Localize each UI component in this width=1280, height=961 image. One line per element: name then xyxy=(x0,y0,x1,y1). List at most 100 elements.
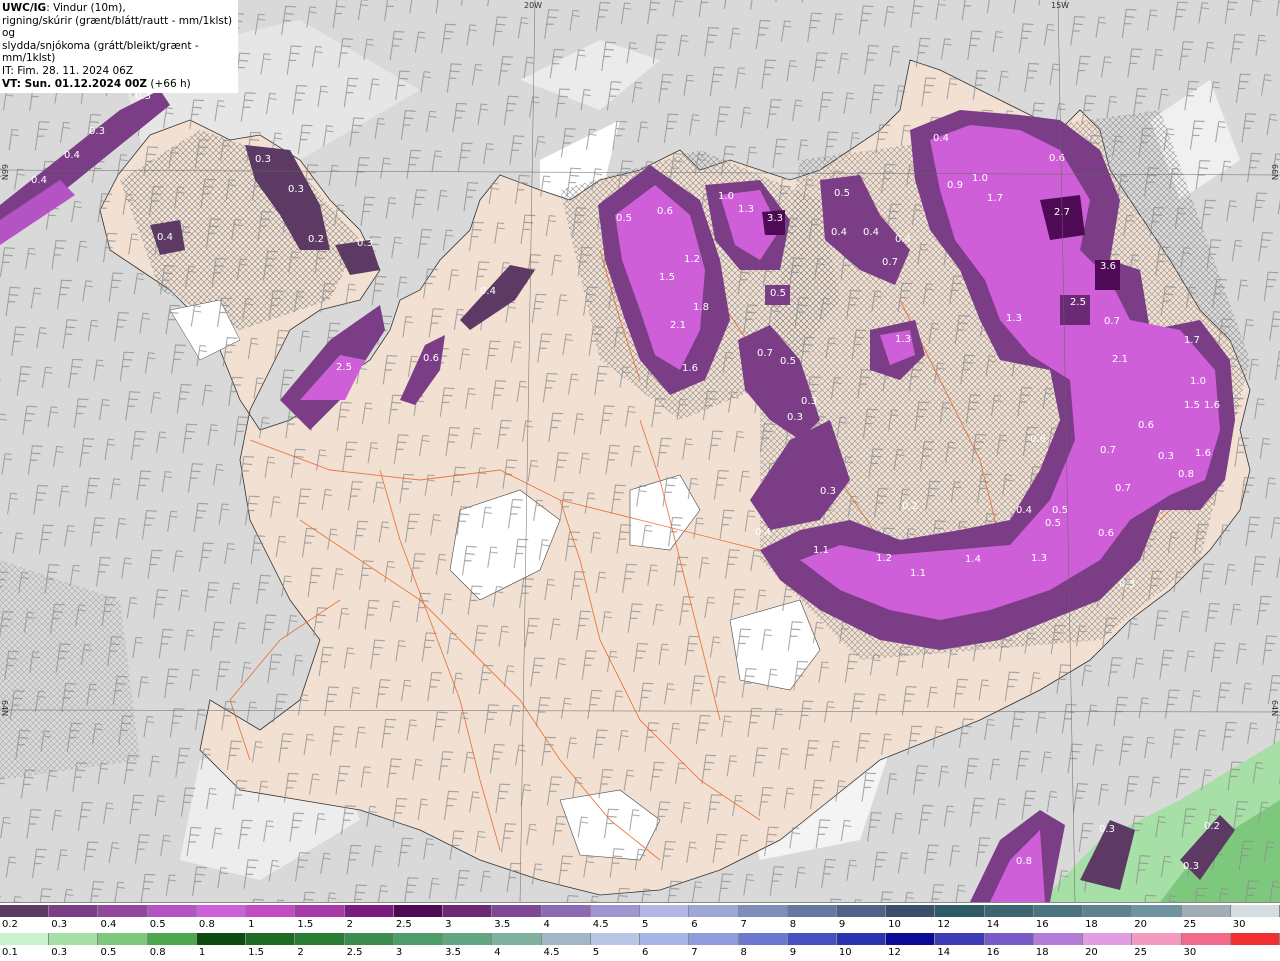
scale-swatch xyxy=(1230,933,1280,945)
precip-value-label: 0.4 xyxy=(480,286,496,297)
precip-value-label: 3.3 xyxy=(767,213,783,224)
scale-swatch xyxy=(1230,905,1280,917)
scale-swatch xyxy=(689,933,739,945)
scale-label: 20 xyxy=(1085,947,1098,958)
scale-label: 3.5 xyxy=(494,919,511,930)
scale-label: 14 xyxy=(937,947,951,958)
description-wind: : Vindur (10m), xyxy=(46,2,126,14)
scale-swatch xyxy=(49,933,99,945)
scale-label: 9 xyxy=(789,947,797,958)
precip-value-label: 1.6 xyxy=(682,363,698,374)
precip-value-label: 2.1 xyxy=(670,320,686,331)
precip-value-label: 0.6 xyxy=(1098,528,1114,539)
scale-swatch xyxy=(738,905,788,917)
scale-label: 8 xyxy=(740,947,747,958)
precip-value-label: 0.2 xyxy=(308,234,324,245)
precip-value-label: 0.3 xyxy=(1183,861,1199,872)
scale-label: 4.5 xyxy=(592,919,609,930)
precip-value-label: 0.3 xyxy=(1158,451,1174,462)
scale-swatch xyxy=(541,933,591,945)
precip-value-label: 0.3 xyxy=(1099,824,1115,835)
scale-label: 0.8 xyxy=(149,947,166,958)
precip-value-label: 2.5 xyxy=(1070,297,1086,308)
scale-label: 0.3 xyxy=(51,947,68,958)
scale-swatch xyxy=(0,933,50,945)
rain-color-bar xyxy=(0,933,1280,945)
precip-value-label: 0.7 xyxy=(1100,445,1116,456)
scale-label: 10 xyxy=(888,919,901,930)
scale-label: 2.5 xyxy=(395,919,412,930)
scale-swatch xyxy=(98,933,148,945)
scale-label: 25 xyxy=(1134,947,1148,958)
initial-time: IT: Fim. 28. 11. 2024 06Z xyxy=(2,64,134,77)
scale-label: 0.5 xyxy=(149,919,166,930)
scale-swatch xyxy=(443,933,493,945)
precip-value-label: 0.3 xyxy=(801,396,817,407)
precip-value-label: 0.3 xyxy=(288,184,304,195)
precip-value-label: 0.7 xyxy=(757,348,773,359)
scale-label: 7 xyxy=(691,947,698,958)
precip-value-label: 0.4 xyxy=(755,527,771,538)
scale-swatch xyxy=(147,933,197,945)
precip-value-label: 0.4 xyxy=(31,175,47,186)
grid-label-15w: 15W xyxy=(1051,1,1070,10)
scale-label: 4.5 xyxy=(543,947,560,958)
scale-swatch xyxy=(640,905,690,917)
scale-swatch xyxy=(787,933,837,945)
color-scale: 0.2 0.3 0.4 0.5 0.8 1 1.5 2 2.5 3 3.5 4 4.5 5 6 7 8 9 10 12… xyxy=(0,902,1280,961)
scale-label: 30 xyxy=(1232,919,1246,930)
precip-value-label: 1.3 xyxy=(895,334,911,345)
precip-value-label: 1.0 xyxy=(1190,376,1206,387)
precip-value-label: 1.6 xyxy=(1195,448,1211,459)
precip-value-label: 0.4 xyxy=(64,150,80,161)
scale-label: 8 xyxy=(789,919,797,930)
scale-swatch xyxy=(836,905,887,917)
scale-swatch xyxy=(1033,905,1084,917)
precip-value-label: 0.6 xyxy=(657,206,673,217)
scale-label: 20 xyxy=(1134,919,1148,930)
scale-swatch xyxy=(492,933,542,945)
scale-swatch xyxy=(541,905,591,917)
precip-value-label: 0.2 xyxy=(1204,821,1220,832)
precip-value-label: 0.2 xyxy=(902,501,918,512)
scale-swatch xyxy=(393,905,444,917)
scale-swatch xyxy=(836,933,887,945)
precip-value-label: 0.5 xyxy=(780,356,796,367)
scale-label: 18 xyxy=(1085,919,1098,930)
scale-swatch xyxy=(246,905,296,917)
scale-swatch xyxy=(147,905,197,917)
precip-value-label: 0.7 xyxy=(882,257,898,268)
model-name: UWC/IG xyxy=(2,2,47,14)
scale-swatch xyxy=(1181,905,1231,917)
precip-value-label: 1.2 xyxy=(684,254,700,265)
scale-swatch xyxy=(935,905,985,917)
scale-label: 0.2 xyxy=(2,919,18,930)
scale-swatch xyxy=(1132,933,1182,945)
scale-swatch xyxy=(590,905,641,917)
scale-label: 1.5 xyxy=(297,919,314,930)
grid-label-64n-right: 64N xyxy=(1270,700,1279,717)
precip-value-label: 0.5 xyxy=(1045,518,1061,529)
scale-swatch xyxy=(689,905,739,917)
grid-label-64n-left: 64N xyxy=(0,700,9,717)
scale-label: 2.5 xyxy=(346,947,363,958)
precip-value-label: 2.5 xyxy=(336,362,352,373)
precip-value-label: 1.4 xyxy=(965,554,981,565)
scale-swatch xyxy=(49,905,99,917)
precip-value-label: 0.7 xyxy=(1104,316,1120,327)
grid-label-66n-right: 66N xyxy=(1270,164,1279,181)
scale-swatch xyxy=(246,933,296,945)
scale-label: 0.8 xyxy=(198,919,215,930)
scale-label: 30 xyxy=(1183,947,1197,958)
scale-label: 3 xyxy=(445,919,452,930)
grid-label-20w: 20W xyxy=(524,1,543,10)
precip-value-label: 0.8 xyxy=(1178,469,1194,480)
precip-value-label: 0.9 xyxy=(947,180,963,191)
scale-label: 16 xyxy=(986,947,1000,958)
scale-label: 10 xyxy=(838,947,852,958)
scale-label: 18 xyxy=(1035,947,1049,958)
scale-swatch xyxy=(196,933,247,945)
scale-label: 2 xyxy=(297,947,304,958)
forecast-map: 0.3 0.3 0.4 0.4 0.3 0.3 0.2 0.3 0.4 2.5 0.6 0.4 0.5 0… xyxy=(0,0,1280,902)
scale-swatch xyxy=(196,905,247,917)
